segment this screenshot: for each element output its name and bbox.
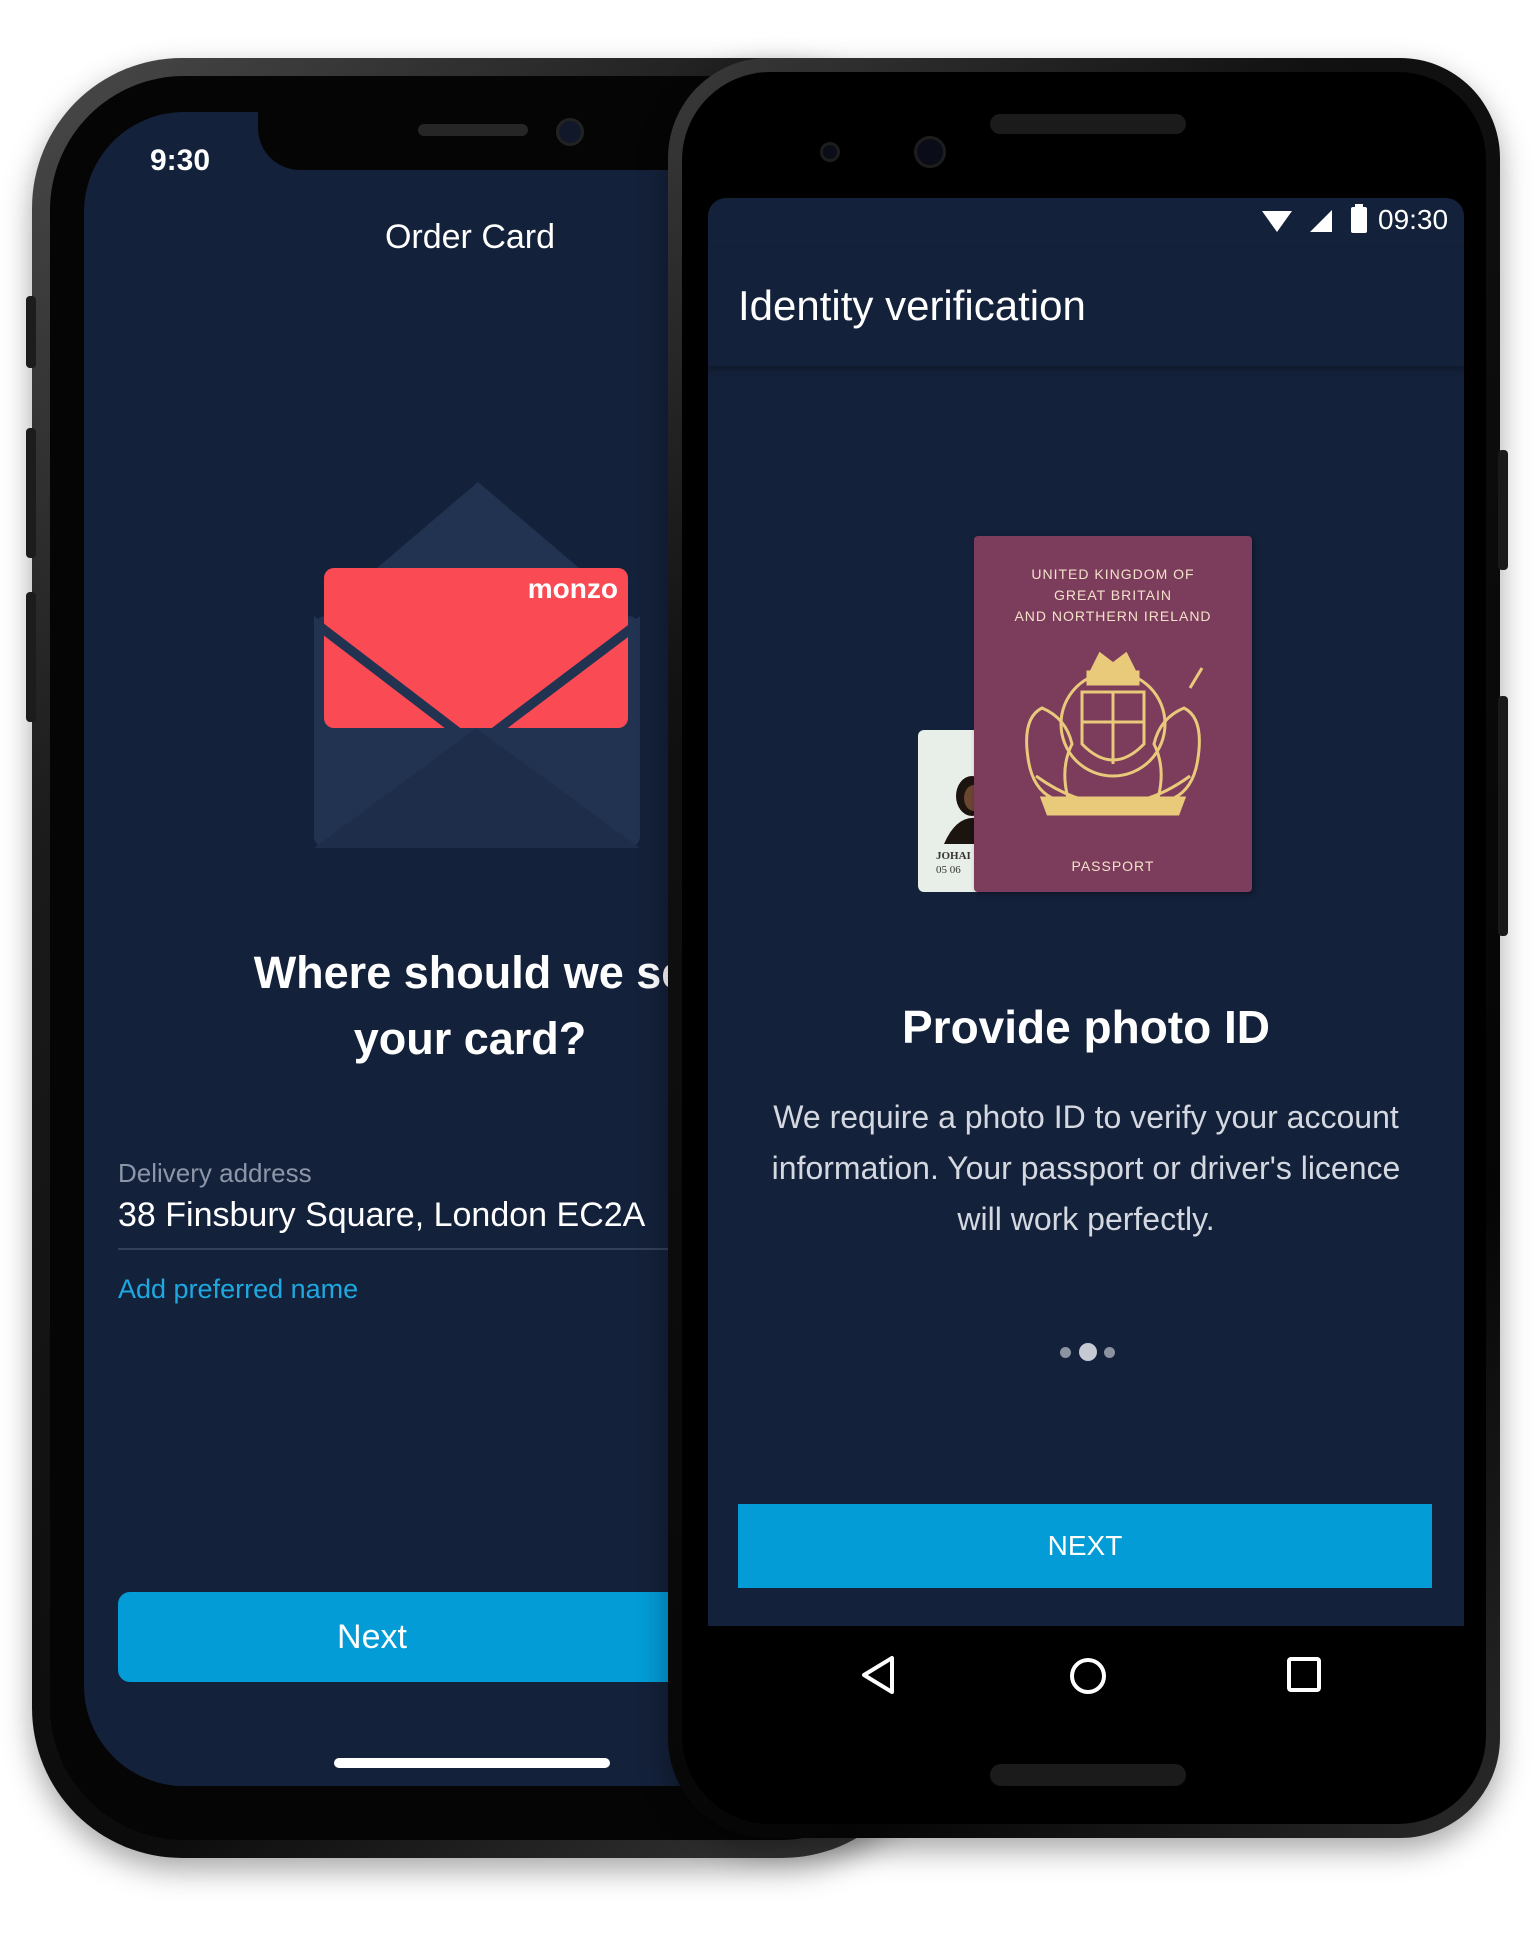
power-button [1498, 450, 1508, 570]
envelope-card-illustration: monzo [314, 482, 640, 848]
iphone-front-camera [556, 118, 584, 146]
ios-headline: Where should we se your card? [200, 940, 740, 1072]
signal-icon [1310, 210, 1332, 232]
passport-country: UNITED KINGDOM OF GREAT BRITAIN AND NORT… [974, 564, 1252, 627]
ios-next-label: Next [337, 1617, 407, 1656]
volume-rocker [1498, 696, 1508, 936]
home-indicator[interactable] [334, 1758, 610, 1768]
delivery-address-field[interactable]: 38 Finsbury Square, London EC2A [118, 1196, 645, 1235]
headline-line-1: Where should we se [253, 947, 687, 998]
mute-switch [26, 296, 36, 368]
delivery-address-label: Delivery address [118, 1158, 312, 1188]
volume-down-button [26, 592, 36, 722]
android-earpiece [990, 114, 1186, 134]
iphone-notch [258, 104, 738, 170]
envelope-flap [370, 482, 586, 574]
page-dot-1 [1060, 1347, 1071, 1358]
ios-next-button[interactable]: Next [118, 1592, 738, 1682]
ios-status-time: 9:30 [150, 144, 211, 177]
passport-label: PASSPORT [1071, 858, 1155, 874]
page-dot-2-active [1079, 1343, 1097, 1361]
page-indicator [1060, 1342, 1120, 1362]
provide-photo-id-heading: Provide photo ID [902, 1001, 1270, 1053]
android-bottom-speaker [990, 1764, 1186, 1786]
wifi-icon [1262, 211, 1292, 232]
add-preferred-name-link[interactable]: Add preferred name [118, 1274, 358, 1305]
iphone-speaker [418, 124, 528, 136]
app-title: Identity verification [738, 282, 1086, 329]
page-title: Order Card [384, 218, 556, 256]
back-icon[interactable] [858, 1654, 898, 1696]
android-sensor [820, 142, 840, 162]
id-card-name: JOHAI [936, 850, 971, 862]
passport-country-line-3: AND NORTHERN IRELAND [1014, 608, 1212, 624]
battery-icon [1351, 204, 1367, 233]
page-dot-3 [1104, 1347, 1115, 1358]
volume-up-button [26, 428, 36, 558]
recents-icon[interactable] [1286, 1656, 1322, 1694]
home-icon[interactable] [1068, 1656, 1108, 1696]
headline-line-2: your card? [353, 1013, 587, 1064]
passport-country-line-1: UNITED KINGDOM OF [1031, 566, 1195, 582]
android-status-time: 09:30 [1378, 204, 1449, 235]
card-brand-text: monzo [528, 573, 618, 604]
passport-illustration: UNITED KINGDOM OF GREAT BRITAIN AND NORT… [974, 536, 1252, 892]
field-divider [118, 1248, 718, 1250]
android-front-camera [914, 136, 946, 168]
id-card-date: 05 06 [936, 864, 961, 876]
android-screen [708, 198, 1464, 1628]
royal-coat-of-arms-icon [1025, 651, 1204, 816]
photo-id-description: We require a photo ID to verify your acc… [771, 1099, 1401, 1237]
passport-country-line-2: GREAT BRITAIN [1053, 587, 1172, 603]
android-next-button[interactable]: NEXT [738, 1504, 1432, 1588]
